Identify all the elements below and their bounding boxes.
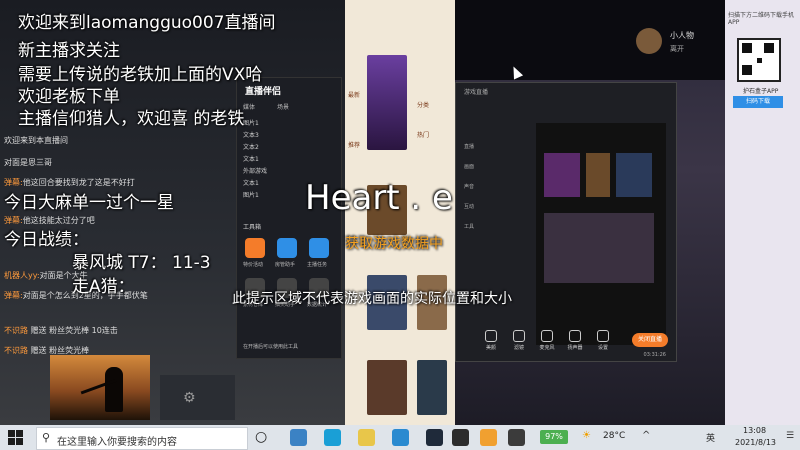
hunter-text: 主播信仰猎人，欢迎喜 的老铁 — [18, 109, 245, 129]
tab-media[interactable]: 媒体 — [243, 102, 255, 111]
help-icon[interactable] — [480, 429, 497, 446]
hunter-silhouette-image — [50, 355, 150, 420]
weather-icon: ☀ — [582, 430, 591, 441]
live-timer: 03:31:26 — [643, 352, 666, 358]
side-label[interactable]: 互动 — [464, 203, 474, 210]
source-row[interactable]: 文本3 — [243, 130, 259, 139]
settings-gear-icon[interactable]: ⚙ — [183, 390, 196, 406]
stats-text: 暴风城 T7： 11-3 — [72, 253, 211, 273]
input-language[interactable]: 英 — [706, 431, 715, 444]
chat-message: 对面是恩三哥 — [4, 158, 52, 167]
phone-label: 推荐 — [348, 142, 361, 149]
tool-label: 主播任务 — [307, 262, 328, 268]
avatar[interactable] — [636, 28, 662, 54]
chat-message: 欢迎来到本直播间 — [4, 136, 68, 145]
source-row[interactable]: 文本2 — [243, 142, 259, 151]
ranking-text: 今日大麻单一过个一星 — [4, 193, 174, 213]
tab-scene[interactable]: 场景 — [277, 102, 289, 111]
thumbnail[interactable] — [417, 360, 447, 415]
store-icon[interactable] — [392, 429, 409, 446]
edge-icon[interactable] — [324, 429, 341, 446]
windows-start-icon[interactable] — [8, 430, 23, 445]
live-companion-panel: 直播伴侣 媒体 场景 图片1 文本3 文本2 文本1 外部游戏 文本1 图片1 … — [236, 77, 342, 359]
user-status: 离开 — [670, 45, 684, 53]
windows-taskbar: ⚲ 在这里输入你要搜索的内容 ○ 97% ☀ 28°C ^ 英 13:08 20… — [0, 425, 800, 450]
speaker-button[interactable]: 扬声器 — [562, 330, 588, 351]
loading-text: 获取游戏数据中 — [345, 236, 443, 252]
taskbar-search-input[interactable]: ⚲ 在这里输入你要搜索的内容 — [36, 427, 248, 450]
thumbnail[interactable] — [367, 55, 407, 150]
bottom-left-bar — [160, 375, 235, 420]
ad-app-name: 护石盒子APP — [743, 88, 779, 95]
app-icon[interactable] — [452, 429, 469, 446]
search-placeholder: 在这里输入你要搜索的内容 — [57, 437, 177, 448]
temperature[interactable]: 28°C — [603, 431, 625, 441]
source-row[interactable]: 外部游戏 — [243, 166, 267, 175]
source-row[interactable]: 图片1 — [243, 190, 259, 199]
clock-time[interactable]: 13:08 — [743, 426, 766, 435]
side-label[interactable]: 声音 — [464, 183, 474, 190]
notification-icon[interactable]: ☰ — [786, 431, 794, 441]
source-row[interactable]: 图片1 — [243, 118, 259, 127]
follow-text: 新主播求关注 — [18, 41, 120, 61]
filter-button[interactable]: 滤镜 — [506, 330, 532, 351]
stop-live-button[interactable]: 关闭直播 — [632, 333, 668, 347]
clock-date[interactable]: 2021/8/13 — [735, 438, 776, 447]
tray-expand-icon[interactable]: ^ — [642, 430, 650, 441]
task-icon[interactable] — [309, 238, 329, 258]
game-live-title: 游戏直播 — [464, 89, 489, 96]
ad-title: 扫描下方二维码下载手机APP — [728, 12, 795, 26]
room-manager-icon[interactable] — [277, 238, 297, 258]
app-icon[interactable] — [508, 429, 525, 446]
preview-screen — [536, 123, 666, 345]
download-button[interactable]: 扫码下载 — [733, 96, 783, 108]
welcome-text: 欢迎来到laomangguo007直播间 — [18, 13, 276, 33]
phone-label: 分类 — [417, 102, 430, 109]
task-view-icon[interactable]: ○ — [255, 429, 267, 445]
sale-icon[interactable] — [245, 238, 265, 258]
search-icon: ⚲ — [42, 431, 51, 444]
side-label[interactable]: 工具 — [464, 223, 474, 230]
user-name: 小人物 — [670, 31, 694, 40]
mic-button[interactable]: 麦克风 — [534, 330, 560, 351]
tool-hint: 在开播后可以使用此工具 — [243, 344, 299, 350]
settings-button[interactable]: 设置 — [590, 330, 616, 351]
notice-text: 此提示区域不代表游戏画面的实际位置和大小 — [232, 291, 512, 307]
phone-label: 最新 — [348, 92, 361, 99]
qr-code-icon[interactable] — [737, 38, 781, 82]
battery-indicator[interactable]: 97% — [540, 430, 568, 444]
stats-text: 走A猎： — [72, 277, 135, 297]
side-label[interactable]: 画面 — [464, 163, 474, 170]
app-icon[interactable] — [290, 429, 307, 446]
app-icon[interactable] — [426, 429, 443, 446]
tool-label: 房管助手 — [275, 262, 296, 268]
source-row[interactable]: 文本1 — [243, 178, 259, 187]
live-companion-title: 直播伴侣 — [245, 87, 282, 97]
record-text: 今日战绩： — [4, 230, 89, 250]
beauty-button[interactable]: 美颜 — [478, 330, 504, 351]
side-label[interactable]: 直播 — [464, 143, 474, 150]
folder-icon[interactable] — [358, 429, 375, 446]
phone-label: 热门 — [417, 132, 430, 139]
game-live-panel: 游戏直播 直播 画面 声音 互动 工具 美颜 滤镜 麦克风 扬声器 设置 03:… — [455, 82, 677, 362]
center-hearthstone-title: Heart . e — [305, 178, 453, 218]
source-row[interactable]: 文本1 — [243, 154, 259, 163]
toolbox-label: 工具箱 — [243, 224, 262, 231]
thumbnail[interactable] — [367, 360, 407, 415]
chat-message: 不识路 赠送 粉丝荧光棒 — [4, 346, 90, 355]
chat-message: 弹幕:他这回合要找到龙了这是不好打 — [4, 178, 135, 187]
tool-label: 特价活动 — [243, 262, 264, 268]
chat-message: 不识路 赠送 粉丝荧光棒 10连击 — [4, 326, 118, 335]
